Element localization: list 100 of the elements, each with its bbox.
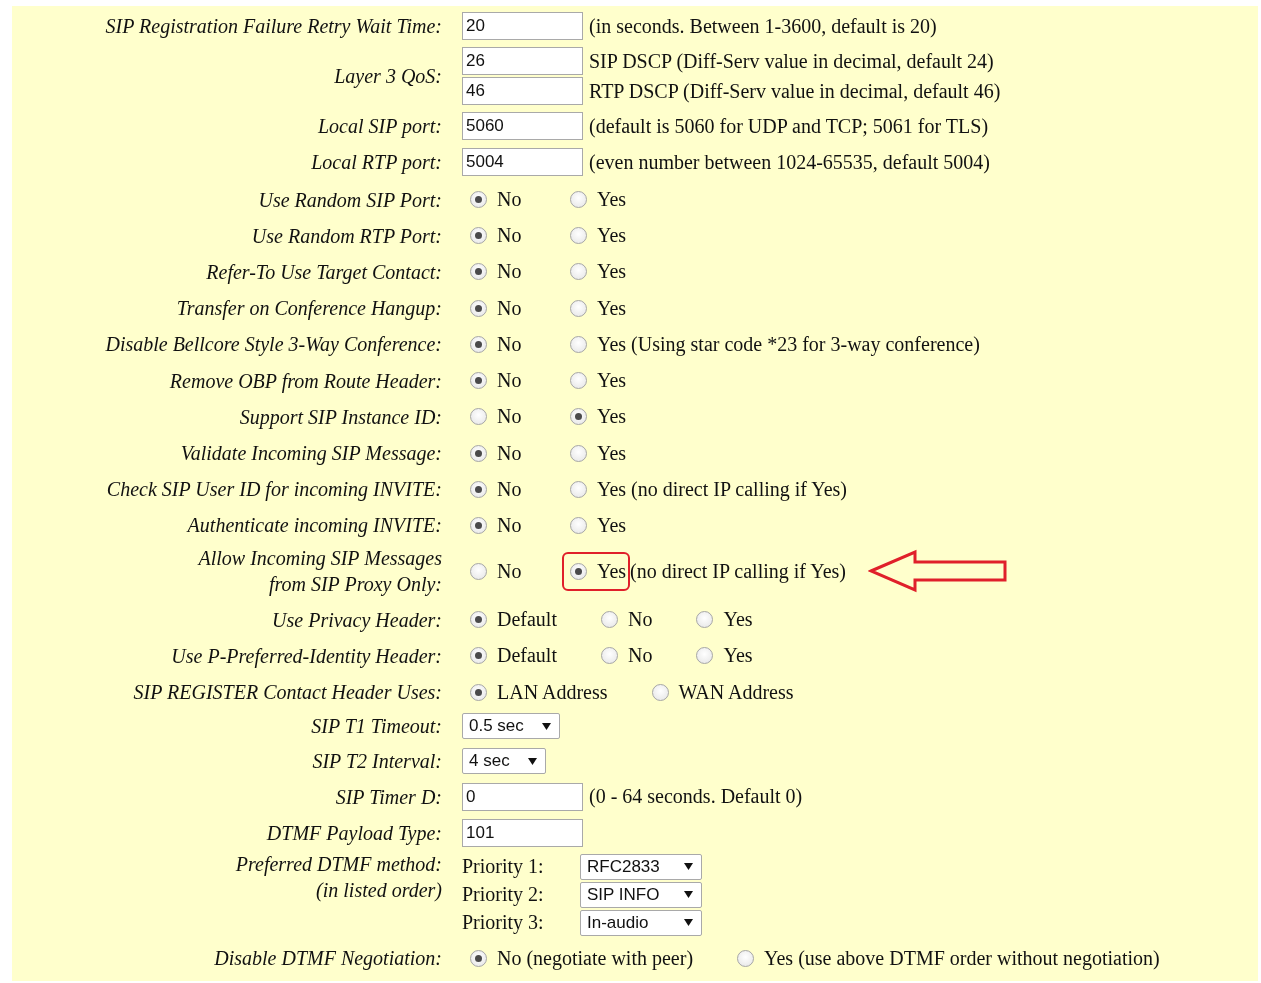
- radio-button[interactable]: [651, 683, 669, 701]
- radio-label[interactable]: No (negotiate with peer): [497, 946, 694, 970]
- radio-label[interactable]: Default: [497, 608, 557, 632]
- radio-button[interactable]: [470, 444, 487, 462]
- radio-button[interactable]: [470, 516, 487, 534]
- radio-button[interactable]: [470, 647, 487, 665]
- radio-label[interactable]: No: [497, 332, 522, 356]
- radio-button[interactable]: [470, 299, 487, 317]
- radio-label[interactable]: No: [497, 224, 522, 248]
- radio-label[interactable]: Yes: [597, 405, 627, 429]
- field-note: SIP DSCP (Diff-Serv value in decimal, default 24): [589, 49, 994, 73]
- radio-button[interactable]: [570, 516, 587, 534]
- radio-label[interactable]: Yes: [597, 296, 627, 320]
- radio-label[interactable]: No: [497, 260, 522, 284]
- setting-label: SIP T2 Interval:: [312, 749, 442, 775]
- radio-button[interactable]: [696, 647, 714, 665]
- radio-button[interactable]: [470, 191, 487, 208]
- setting-label: Use P-Preferred-Identity Header:: [171, 643, 442, 669]
- radio-button[interactable]: [570, 335, 587, 353]
- dropdown[interactable]: 4 sec: [462, 748, 546, 775]
- radio-label[interactable]: Yes: [597, 559, 627, 583]
- radio-button[interactable]: [601, 611, 618, 629]
- radio-button[interactable]: [470, 408, 487, 426]
- setting-label: Transfer on Conference Hangup:: [176, 296, 442, 322]
- radio-label[interactable]: Yes: [723, 608, 753, 632]
- radio-label[interactable]: Yes (no direct IP calling if Yes): [597, 477, 847, 501]
- radio-button[interactable]: [470, 372, 487, 390]
- radio-label[interactable]: Yes: [597, 513, 627, 537]
- priority-label: Priority 1:: [462, 855, 545, 879]
- setting-label: SIP Registration Failure Retry Wait Time:: [105, 14, 442, 39]
- radio-label[interactable]: Default: [497, 644, 557, 668]
- radio-button[interactable]: [470, 683, 487, 701]
- radio-button[interactable]: [470, 562, 487, 580]
- radio-label[interactable]: WAN Address: [678, 680, 794, 704]
- radio-button[interactable]: [570, 191, 587, 208]
- setting-label: Local SIP port:: [317, 114, 442, 139]
- radio-button[interactable]: [570, 263, 587, 281]
- radio-label[interactable]: No: [628, 644, 653, 668]
- setting-label: Use Privacy Header:: [272, 607, 442, 633]
- radio-button[interactable]: [470, 949, 487, 967]
- radio-label[interactable]: No: [497, 441, 522, 465]
- setting-label: Authenticate incoming INVITE:: [187, 513, 442, 539]
- radio-button[interactable]: [470, 227, 487, 245]
- text-input[interactable]: 5004: [462, 148, 583, 176]
- setting-label: Use Random RTP Port:: [251, 223, 442, 249]
- dropdown[interactable]: SIP INFO: [580, 881, 702, 908]
- radio-button[interactable]: [570, 227, 587, 245]
- caret-icon: [684, 919, 693, 927]
- radio-button[interactable]: [470, 480, 487, 498]
- radio-button[interactable]: [570, 480, 587, 498]
- priority-label: Priority 2:: [462, 883, 545, 907]
- radio-label[interactable]: No: [497, 369, 522, 393]
- radio-label[interactable]: Yes: [597, 260, 627, 284]
- radio-button[interactable]: [570, 372, 587, 390]
- setting-label: Disable DTMF Negotiation:: [214, 946, 442, 972]
- radio-label[interactable]: Yes: [597, 441, 627, 465]
- text-input[interactable]: 101: [462, 818, 583, 847]
- radio-label[interactable]: Yes: [597, 369, 627, 393]
- radio-button[interactable]: [737, 949, 755, 967]
- text-input[interactable]: 5060: [462, 112, 583, 140]
- radio-button[interactable]: [470, 263, 487, 281]
- radio-label[interactable]: No: [628, 608, 653, 632]
- setting-label: Local RTP port:: [311, 150, 442, 175]
- text-input[interactable]: 46: [462, 77, 583, 105]
- radio-label[interactable]: Yes (use above DTMF order without negotiation): [764, 946, 1160, 970]
- dropdown[interactable]: In-audio: [580, 909, 702, 936]
- priority-label: Priority 3:: [462, 911, 545, 935]
- option-note: (no direct IP calling if Yes): [630, 559, 846, 583]
- text-input[interactable]: 0: [462, 782, 583, 811]
- radio-button[interactable]: [696, 611, 714, 629]
- radio-label[interactable]: No: [497, 405, 522, 429]
- radio-label[interactable]: No: [497, 559, 522, 583]
- setting-label: DTMF Payload Type:: [266, 820, 442, 846]
- text-input[interactable]: 26: [462, 47, 583, 75]
- radio-label[interactable]: No: [497, 477, 522, 501]
- radio-label[interactable]: LAN Address: [497, 680, 608, 704]
- field-note: (0 - 64 seconds. Default 0): [589, 785, 803, 809]
- radio-button[interactable]: [601, 647, 618, 665]
- dropdown[interactable]: 0.5 sec: [462, 713, 560, 740]
- caret-icon: [541, 722, 551, 730]
- setting-label: Disable Bellcore Style 3-Way Conference:: [105, 332, 442, 358]
- dropdown[interactable]: RFC2833: [580, 853, 702, 880]
- radio-button[interactable]: [470, 335, 487, 353]
- radio-label[interactable]: No: [497, 513, 522, 537]
- text-input[interactable]: 20: [462, 12, 583, 40]
- setting-label: Validate Incoming SIP Message:: [180, 441, 442, 467]
- setting-label: Preferred DTMF method:: [235, 851, 442, 877]
- radio-label[interactable]: Yes: [723, 644, 753, 668]
- radio-button[interactable]: [570, 408, 587, 426]
- caret-icon: [527, 757, 537, 765]
- radio-button[interactable]: [570, 562, 587, 580]
- radio-label[interactable]: Yes: [597, 224, 627, 248]
- radio-button[interactable]: [470, 611, 487, 629]
- radio-button[interactable]: [570, 299, 587, 317]
- radio-button[interactable]: [570, 444, 587, 462]
- radio-label[interactable]: No: [497, 188, 522, 211]
- radio-label[interactable]: Yes (Using star code *23 for 3-way conference): [597, 332, 980, 356]
- radio-label[interactable]: No: [497, 296, 522, 320]
- setting-sublabel: (in listed order): [316, 877, 442, 903]
- radio-label[interactable]: Yes: [597, 188, 627, 211]
